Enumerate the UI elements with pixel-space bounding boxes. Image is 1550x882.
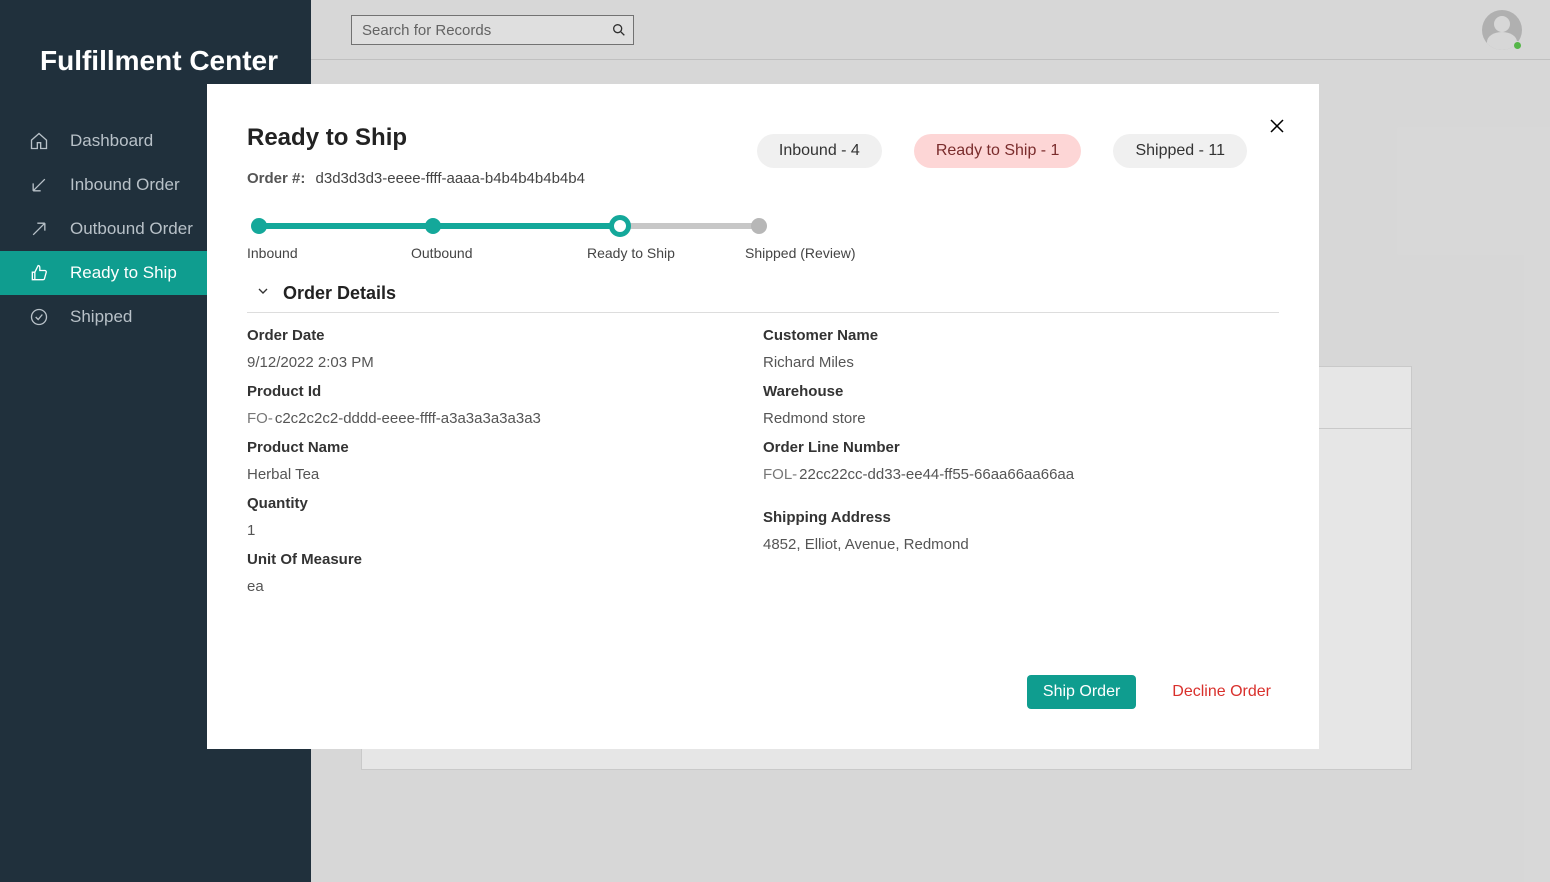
order-number-value: d3d3d3d3-eeee-ffff-aaaa-b4b4b4b4b4b4 (316, 170, 585, 187)
order-number: Order #: d3d3d3d3-eeee-ffff-aaaa-b4b4b4b… (247, 170, 1279, 187)
step-label-inbound: Inbound (247, 245, 298, 261)
sidebar-item-label: Shipped (70, 307, 132, 327)
sidebar-item-label: Dashboard (70, 131, 153, 151)
step-label-outbound: Outbound (411, 245, 473, 261)
thumbs-up-icon (28, 262, 50, 284)
product-id-value: FO-c2c2c2c2-dddd-eeee-ffff-a3a3a3a3a3a3 (247, 410, 763, 427)
order-date-label: Order Date (247, 327, 763, 344)
arrow-up-right-icon (28, 218, 50, 240)
order-line-label: Order Line Number (763, 439, 1279, 456)
order-number-label: Order #: (247, 170, 305, 187)
product-id-guid: c2c2c2c2-dddd-eeee-ffff-a3a3a3a3a3a3 (275, 410, 541, 427)
product-id-prefix: FO- (247, 410, 273, 427)
pill-shipped[interactable]: Shipped - 11 (1113, 134, 1247, 168)
step-dot-inbound (251, 218, 267, 234)
warehouse-label: Warehouse (763, 383, 1279, 400)
step-dot-ready (609, 215, 631, 237)
modal-actions: Ship Order Decline Order (1027, 675, 1271, 709)
close-icon[interactable] (1265, 116, 1289, 140)
app-title: Fulfillment Center (0, 0, 311, 77)
order-detail-modal: Ready to Ship Order #: d3d3d3d3-eeee-fff… (207, 84, 1319, 749)
order-line-prefix: FOL- (763, 466, 797, 483)
status-pills: Inbound - 4 Ready to Ship - 1 Shipped - … (757, 134, 1247, 168)
quantity-value: 1 (247, 522, 763, 539)
pill-inbound[interactable]: Inbound - 4 (757, 134, 882, 168)
uom-label: Unit Of Measure (247, 551, 763, 568)
ship-order-button[interactable]: Ship Order (1027, 675, 1136, 709)
check-circle-icon (28, 306, 50, 328)
decline-order-button[interactable]: Decline Order (1172, 683, 1271, 701)
sidebar-item-label: Inbound Order (70, 175, 180, 195)
product-name-value: Herbal Tea (247, 466, 763, 483)
order-date-value: 9/12/2022 2:03 PM (247, 354, 763, 371)
order-details-header[interactable]: Order Details (247, 283, 1279, 313)
home-icon (28, 130, 50, 152)
warehouse-value: Redmond store (763, 410, 1279, 427)
progress-stepper: Inbound Outbound Ready to Ship Shipped (… (247, 215, 787, 265)
step-dot-outbound (425, 218, 441, 234)
order-line-value: FOL-22cc22cc-dd33-ee44-ff55-66aa66aa66aa (763, 466, 1279, 483)
product-name-label: Product Name (247, 439, 763, 456)
customer-name-label: Customer Name (763, 327, 1279, 344)
pill-ready-to-ship[interactable]: Ready to Ship - 1 (914, 134, 1082, 168)
arrow-down-left-icon (28, 174, 50, 196)
sidebar-item-label: Ready to Ship (70, 263, 177, 283)
quantity-label: Quantity (247, 495, 763, 512)
chevron-down-icon (255, 283, 271, 304)
sidebar-item-label: Outbound Order (70, 219, 193, 239)
order-line-guid: 22cc22cc-dd33-ee44-ff55-66aa66aa66aa (799, 466, 1074, 483)
section-title: Order Details (283, 283, 396, 304)
product-id-label: Product Id (247, 383, 763, 400)
step-label-shipped: Shipped (Review) (745, 245, 856, 261)
details-right-col: Customer Name Richard Miles Warehouse Re… (763, 327, 1279, 607)
uom-value: ea (247, 578, 763, 595)
shipping-address-label: Shipping Address (763, 509, 1279, 526)
details-left-col: Order Date 9/12/2022 2:03 PM Product Id … (247, 327, 763, 607)
customer-name-value: Richard Miles (763, 354, 1279, 371)
order-details-grid: Order Date 9/12/2022 2:03 PM Product Id … (247, 327, 1279, 607)
step-label-ready: Ready to Ship (587, 245, 675, 261)
shipping-address-value: 4852, Elliot, Avenue, Redmond (763, 536, 1279, 553)
step-dot-shipped (751, 218, 767, 234)
